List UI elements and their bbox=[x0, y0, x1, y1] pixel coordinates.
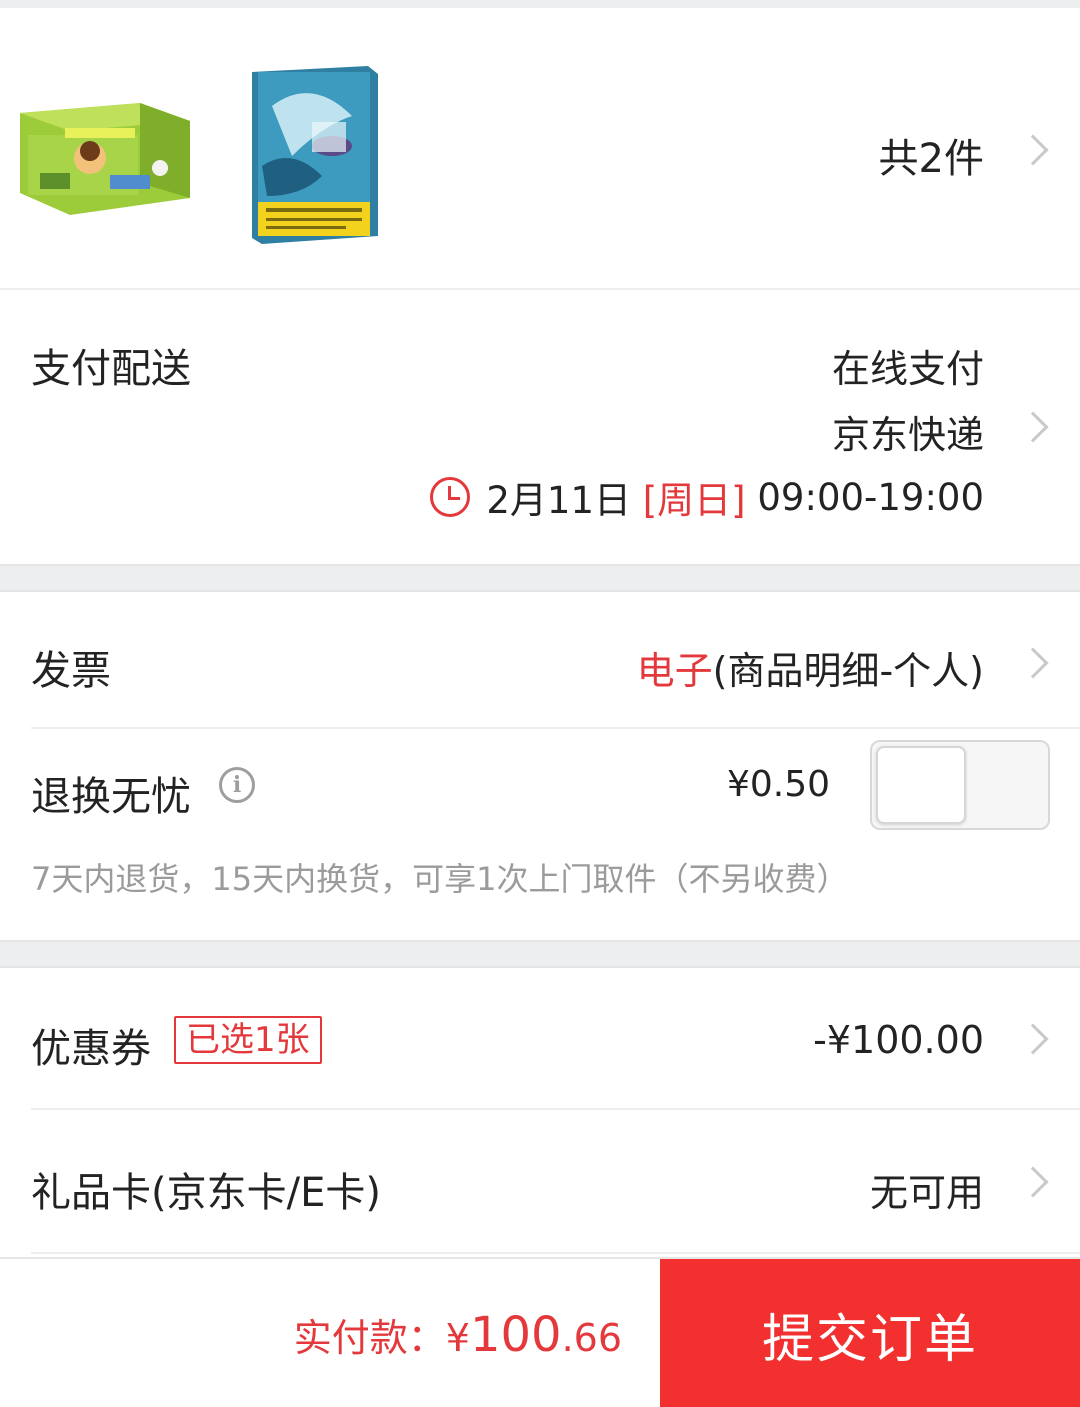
return-service-toggle[interactable] bbox=[870, 740, 1050, 830]
toggle-knob bbox=[876, 746, 966, 824]
coupon-amount[interactable]: -¥100.00 bbox=[813, 1018, 984, 1062]
payment-delivery-section[interactable]: 支付配送 在线支付 京东快递 2月11日 [周日] 09:00-19:00 bbox=[0, 290, 1080, 564]
delivery-date: 2月11日 bbox=[486, 479, 631, 522]
checkout-bar: 实付款：¥100.66 提交订单 bbox=[0, 1257, 1080, 1407]
courier-name: 京东快递 bbox=[831, 413, 984, 457]
return-service-price: ¥0.50 bbox=[726, 764, 830, 805]
divider bbox=[31, 1252, 1080, 1254]
invoice-label: 发票 bbox=[31, 648, 111, 694]
chevron-right-icon[interactable] bbox=[1017, 647, 1049, 679]
total-decimal: .66 bbox=[561, 1316, 622, 1360]
delivery-time-slot: 2月11日 [周日] 09:00-19:00 bbox=[430, 470, 984, 524]
submit-order-button[interactable]: 提交订单 bbox=[660, 1259, 1080, 1407]
invoice-detail: (商品明细-个人) bbox=[712, 649, 984, 693]
coupon-label: 优惠券 bbox=[31, 1026, 151, 1072]
divider bbox=[31, 1108, 1080, 1110]
return-service-label: 退换无忧 bbox=[31, 774, 191, 820]
total-label: 实付款： bbox=[293, 1316, 446, 1360]
delivery-time-range: 09:00-19:00 bbox=[757, 475, 984, 519]
section-gap bbox=[0, 564, 1080, 592]
payment-delivery-label: 支付配送 bbox=[31, 346, 191, 392]
total-payable: 实付款：¥100.66 bbox=[294, 1307, 622, 1363]
chevron-right-icon[interactable] bbox=[1017, 1023, 1049, 1055]
product-list-row[interactable]: 共2件 bbox=[0, 8, 1080, 290]
gift-card-label: 礼品卡(京东卡/E卡) bbox=[31, 1170, 381, 1216]
invoice-type: 电子 bbox=[636, 649, 713, 693]
invoice-return-section: 发票 电子(商品明细-个人) 退换无忧 i ¥0.50 7天内退货，15天内换货… bbox=[0, 592, 1080, 942]
return-service-note: 7天内退货，15天内换货，可享1次上门取件（不另收费） bbox=[31, 860, 849, 898]
info-icon[interactable]: i bbox=[219, 767, 255, 803]
chevron-right-icon[interactable] bbox=[1017, 411, 1049, 443]
product-thumbnail-1[interactable] bbox=[20, 93, 190, 215]
total-integer: 100 bbox=[469, 1307, 562, 1363]
product-count: 共2件 bbox=[878, 136, 984, 182]
top-separator bbox=[0, 0, 1080, 8]
gift-card-status[interactable]: 无可用 bbox=[870, 1162, 984, 1217]
chevron-right-icon[interactable] bbox=[1017, 1166, 1049, 1198]
invoice-value[interactable]: 电子(商品明细-个人) bbox=[637, 640, 984, 695]
clock-icon bbox=[430, 477, 471, 517]
delivery-weekday: [周日] bbox=[642, 479, 746, 522]
chevron-right-icon[interactable] bbox=[1017, 134, 1049, 166]
divider bbox=[31, 727, 1080, 729]
coupon-giftcard-section: 优惠券 已选1张 -¥100.00 礼品卡(京东卡/E卡) 无可用 bbox=[0, 968, 1080, 1268]
section-gap bbox=[0, 940, 1080, 968]
coupon-selected-badge: 已选1张 bbox=[174, 1016, 322, 1064]
payment-method: 在线支付 bbox=[831, 347, 984, 391]
total-currency: ¥ bbox=[445, 1316, 470, 1360]
product-thumbnail-2[interactable] bbox=[252, 66, 378, 244]
